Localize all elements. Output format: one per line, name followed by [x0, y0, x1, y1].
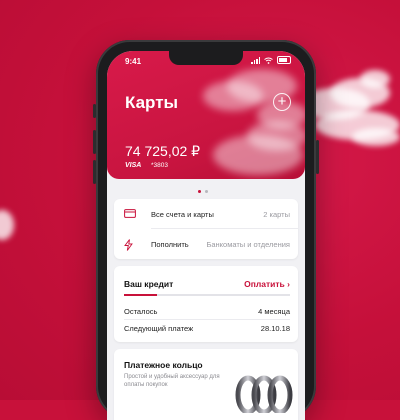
actions-panel: Все счета и карты 2 карты Пополнить Банк…	[114, 199, 298, 259]
app-screen: 9:41 Карты + 74 725,02 ₽ VISA *3803 Все …	[107, 51, 305, 420]
pay-button-label: Оплатить	[244, 279, 285, 289]
credit-row-value: 4 месяца	[258, 307, 290, 316]
credit-row-label: Осталось	[124, 307, 158, 316]
battery-icon	[277, 56, 291, 64]
carousel-dots	[198, 190, 208, 193]
credit-progress	[124, 294, 290, 296]
carousel-dot-active[interactable]	[198, 190, 201, 193]
card-icon	[124, 209, 136, 221]
menu-item-label: Пополнить	[151, 240, 189, 249]
plus-circle-icon[interactable]: +	[273, 93, 291, 111]
notch	[169, 51, 243, 65]
menu-item-meta: Банкоматы и отделения	[206, 240, 290, 249]
carousel-dot[interactable]	[205, 190, 208, 193]
page-title: Карты	[125, 93, 179, 112]
credit-progress-fill	[124, 294, 158, 296]
card-number: *3803	[151, 162, 168, 169]
credit-row-value: 28.10.18	[260, 324, 290, 333]
credit-title: Ваш кредит	[124, 279, 174, 289]
signal-icon	[251, 56, 260, 64]
phone-frame: 9:41 Карты + 74 725,02 ₽ VISA *3803 Все …	[93, 40, 319, 420]
credit-panel: Ваш кредит Оплатить › Осталось 4 месяца …	[114, 266, 298, 342]
chevron-right-icon: ›	[287, 279, 290, 289]
lightning-icon	[124, 239, 133, 254]
ring-description: Простой и удобный аксессуар для оплаты п…	[124, 374, 220, 388]
menu-item-label: Все счета и карты	[151, 210, 214, 219]
card-carousel[interactable]: 9:41 Карты + 74 725,02 ₽ VISA *3803	[107, 51, 305, 179]
menu-item-meta: 2 карты	[263, 210, 290, 219]
card-balance: 74 725,02 ₽	[125, 143, 201, 159]
wifi-icon	[264, 57, 273, 64]
credit-row-label: Следующий платеж	[124, 324, 194, 333]
menu-item-accounts[interactable]: Все счета и карты 2 карты	[114, 199, 298, 229]
menu-item-topup[interactable]: Пополнить Банкоматы и отделения	[114, 229, 298, 259]
ring-promo-panel[interactable]: Платежное кольцо Простой и удобный аксес…	[114, 349, 298, 420]
credit-row-remaining: Осталось 4 месяца	[124, 307, 290, 316]
ring-title: Платежное кольцо	[124, 360, 203, 370]
payment-ring-image	[235, 375, 293, 413]
visa-logo: VISA	[125, 162, 142, 169]
divider	[124, 319, 290, 320]
status-time: 9:41	[125, 57, 142, 66]
credit-row-next-payment: Следующий платеж 28.10.18	[124, 324, 290, 333]
pay-button[interactable]: Оплатить ›	[244, 279, 290, 289]
